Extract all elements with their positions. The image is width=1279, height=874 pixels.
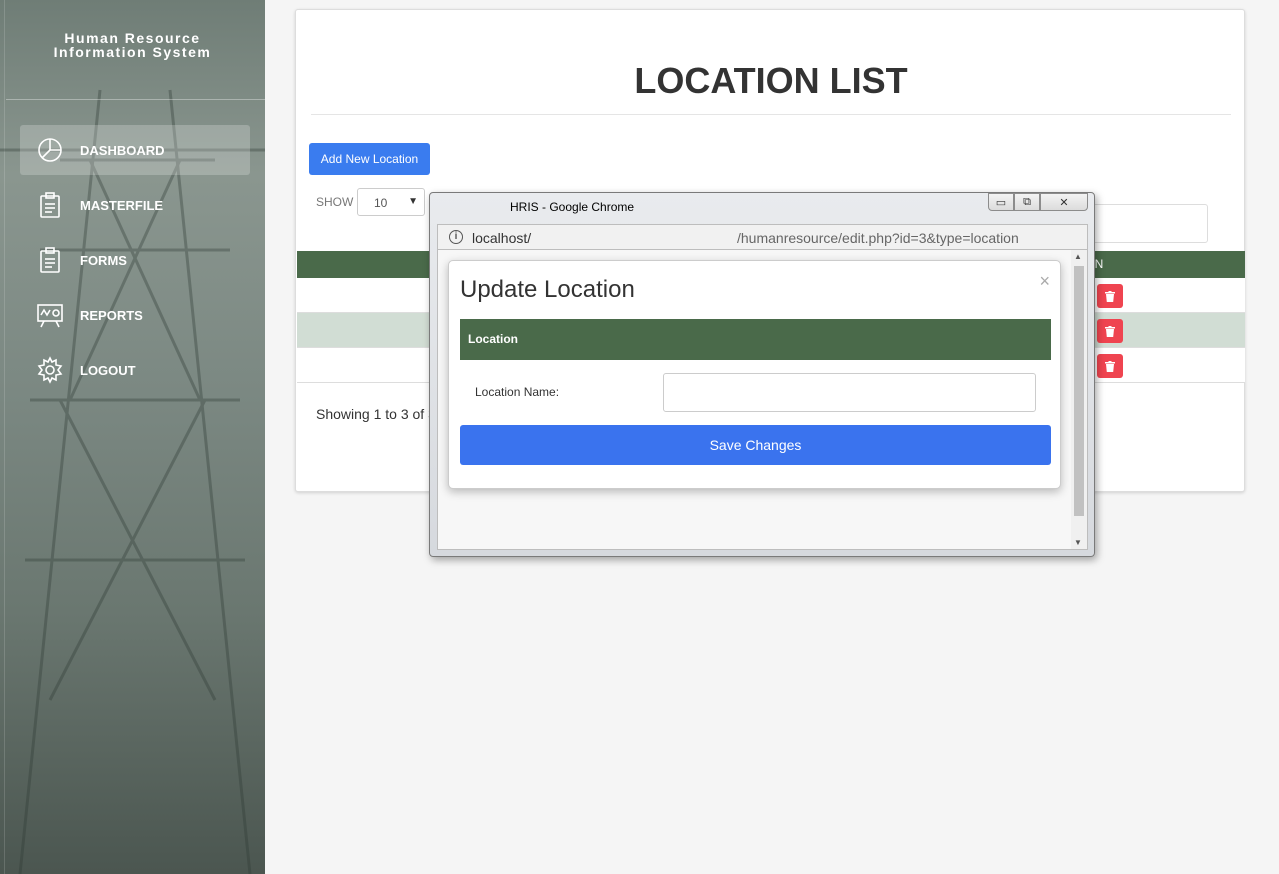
show-entries-label: SHOW [316, 195, 354, 209]
add-new-location-button[interactable]: Add New Location [309, 143, 430, 175]
delete-button[interactable] [1097, 319, 1123, 343]
clipboard-icon [20, 246, 80, 274]
location-name-label: Location Name: [475, 385, 560, 399]
delete-button[interactable] [1097, 354, 1123, 378]
brand-divider [6, 99, 265, 100]
sidebar-item-label: LOGOUT [80, 362, 136, 378]
search-input[interactable] [1086, 204, 1208, 243]
trash-icon [1105, 290, 1115, 302]
info-icon[interactable]: i [449, 230, 463, 244]
gear-icon [20, 356, 80, 384]
app-brand: Human Resource Information System [0, 31, 265, 59]
url-path: /humanresource/edit.php?id=3&type=locati… [737, 230, 1019, 246]
clipboard-icon [20, 191, 80, 219]
modal-title: Update Location [460, 276, 635, 303]
minimize-icon: ▭ [995, 196, 1007, 209]
trash-icon [1105, 325, 1115, 337]
scroll-up-icon[interactable]: ▲ [1074, 252, 1082, 261]
sidebar-item-label: FORMS [80, 252, 127, 268]
trash-icon [1105, 360, 1115, 372]
brand-line-1: Human Resource [64, 30, 201, 46]
update-location-modal: Update Location × Location Location Name… [448, 260, 1061, 489]
presentation-icon [20, 301, 80, 329]
page-title: LOCATION LIST [634, 60, 908, 101]
save-changes-button[interactable]: Save Changes [460, 425, 1051, 465]
show-entries-value: 10 [374, 196, 388, 210]
sidebar-item-forms[interactable]: FORMS [20, 235, 250, 285]
restore-icon: ⧉ [1023, 195, 1031, 208]
window-close-button[interactable]: ✕ [1040, 193, 1088, 211]
delete-button[interactable] [1097, 284, 1123, 308]
sidebar-item-logout[interactable]: LOGOUT [20, 345, 250, 395]
table-info-text: Showing 1 to 3 of 3 [316, 406, 436, 422]
window-title: HRIS - Google Chrome [510, 200, 635, 214]
section-header: Location [460, 319, 1051, 360]
sidebar-item-label: DASHBOARD [80, 142, 165, 158]
scroll-down-icon[interactable]: ▼ [1074, 538, 1082, 547]
popup-content: Update Location × Location Location Name… [437, 250, 1088, 550]
chevron-down-icon: ▼ [408, 196, 418, 207]
sidebar-item-masterfile[interactable]: MASTERFILE [20, 180, 250, 230]
vertical-scrollbar[interactable]: ▲ ▼ [1071, 250, 1087, 549]
show-entries-select[interactable]: 10 ▼ [357, 188, 425, 216]
sidebar: Human Resource Information System DASHBO… [0, 0, 265, 874]
brand-line-2: Information System [53, 44, 212, 60]
location-name-input[interactable] [663, 373, 1036, 412]
minimize-button[interactable]: ▭ [988, 193, 1014, 211]
url-host: localhost/ [472, 230, 532, 246]
sidebar-item-label: REPORTS [80, 307, 143, 323]
pie-chart-icon [20, 136, 80, 164]
sidebar-item-label: MASTERFILE [80, 197, 164, 213]
address-bar[interactable]: i localhost/ /humanresource/edit.php?id=… [437, 224, 1088, 250]
title-divider [311, 114, 1231, 115]
popup-window: HRIS - Google Chrome ▭ ⧉ ✕ i localhost/ … [429, 192, 1095, 557]
sidebar-item-reports[interactable]: REPORTS [20, 290, 250, 340]
sidebar-item-dashboard[interactable]: DASHBOARD [20, 125, 250, 175]
maximize-button[interactable]: ⧉ [1014, 193, 1040, 211]
scrollbar-thumb[interactable] [1074, 266, 1084, 516]
modal-close-icon[interactable]: × [1039, 271, 1050, 292]
close-icon: ✕ [1059, 196, 1069, 209]
window-controls: ▭ ⧉ ✕ [988, 193, 1088, 211]
